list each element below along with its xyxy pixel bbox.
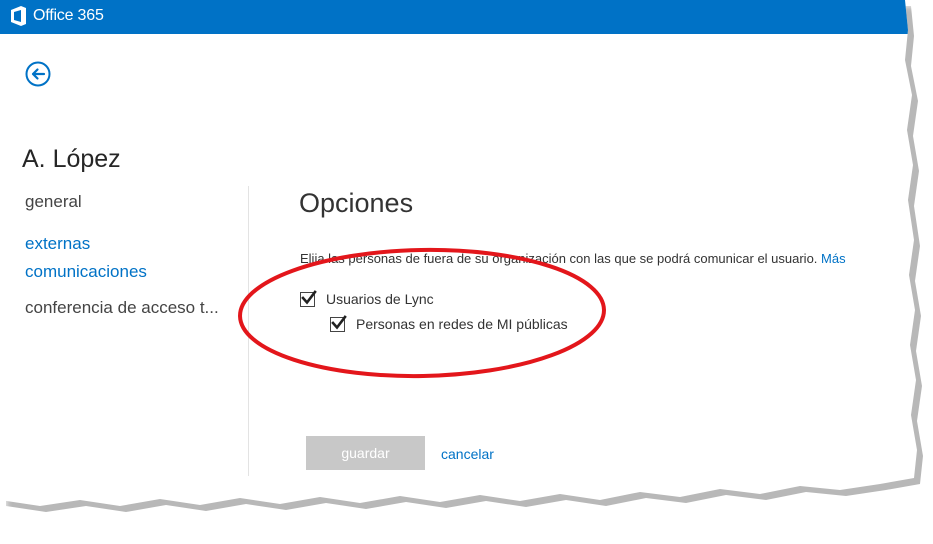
options-description: Elija las personas de fuera de su organi…	[300, 251, 910, 266]
description-text: Elija las personas de fuera de su organi…	[300, 251, 818, 266]
nav-item-external-communications[interactable]: externas comunicaciones	[25, 230, 240, 286]
checkmark-icon	[331, 314, 347, 330]
nav-item-dial-in-conferencing[interactable]: conferencia de acceso t...	[25, 294, 240, 322]
save-button[interactable]: guardar	[306, 436, 425, 470]
cancel-link[interactable]: cancelar	[441, 446, 494, 462]
option-public-im: Personas en redes de MI públicas	[330, 314, 568, 332]
user-name-title: A. López	[22, 145, 121, 173]
left-nav: general externas comunicaciones conferen…	[25, 188, 240, 322]
lync-users-checkbox[interactable]	[300, 289, 317, 307]
more-info-link[interactable]: Más	[821, 251, 846, 266]
checkmark-icon	[301, 289, 317, 305]
nav-item-label-line1: externas	[25, 234, 91, 253]
brand[interactable]: Office 365	[10, 6, 104, 26]
nav-item-general[interactable]: general	[25, 188, 240, 216]
nav-divider	[248, 186, 249, 476]
top-bar: Office 365	[0, 0, 917, 34]
office-logo-icon	[11, 6, 26, 26]
nav-item-label-line2: comunicaciones	[25, 262, 147, 281]
back-arrow-icon[interactable]	[25, 61, 51, 87]
public-im-label: Personas en redes de MI públicas	[356, 316, 568, 332]
section-title: Opciones	[299, 188, 414, 218]
option-lync-users: Usuarios de Lync	[300, 289, 434, 307]
product-name: Office 365	[33, 7, 104, 24]
lync-users-label: Usuarios de Lync	[326, 291, 434, 307]
public-im-checkbox[interactable]	[330, 314, 347, 332]
page-sheet: Office 365 A. López general externas com…	[0, 0, 917, 506]
